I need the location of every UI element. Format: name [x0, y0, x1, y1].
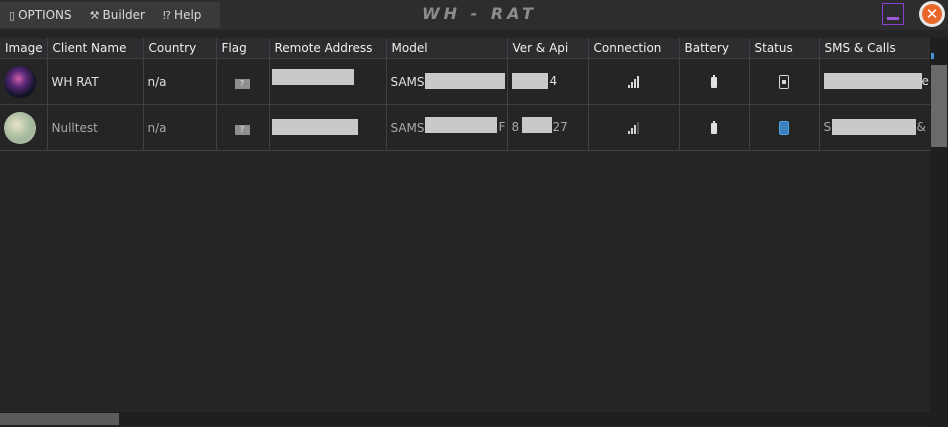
redacted-block [511, 73, 548, 89]
ver-text: 27 [552, 120, 568, 134]
menu-bar: ▯ OPTIONS ⚒ Builder ⁉ Help [0, 2, 220, 28]
menu-builder-label: Builder [102, 8, 145, 22]
horizontal-scroll-thumb[interactable] [0, 413, 119, 425]
vertical-scrollbar[interactable] [930, 38, 948, 412]
cell-sms-calls: e [819, 58, 930, 105]
cell-country: n/a [143, 104, 217, 151]
cell-model: SAMSU [386, 58, 508, 105]
column-header-country[interactable]: Country [143, 38, 217, 59]
close-icon: ✕ [922, 4, 942, 24]
column-header-model[interactable]: Model [386, 38, 508, 59]
cell-client-name: WH RAT [47, 58, 144, 105]
close-button[interactable]: ✕ [919, 1, 945, 27]
minimize-icon [887, 17, 899, 20]
cell-flag: ? [216, 104, 270, 151]
column-header-image[interactable]: Image [0, 38, 48, 59]
table-row[interactable]: WH RAT n/a ? SAMSU 4 e [0, 58, 930, 105]
document-icon: ▯ [9, 8, 16, 22]
redacted-block [823, 73, 922, 89]
column-header-connection[interactable]: Connection [588, 38, 680, 59]
redacted-block [521, 117, 552, 133]
cell-client-name: Nulltest [47, 104, 144, 151]
scrollbar-corner [930, 412, 948, 427]
phone-locked-icon [779, 74, 789, 89]
phone-active-icon [779, 120, 789, 135]
signal-icon [628, 122, 639, 134]
column-header-ver-api[interactable]: Ver & Api [507, 38, 589, 59]
cell-model: SAMSU F [386, 104, 508, 151]
title-bar: ▯ OPTIONS ⚒ Builder ⁉ Help WH - RAT ✕ [0, 0, 948, 30]
cell-sms-calls: S & [819, 104, 930, 151]
column-header-client-name[interactable]: Client Name [47, 38, 144, 59]
menu-builder[interactable]: ⚒ Builder [81, 8, 154, 22]
cell-connection [588, 58, 680, 105]
ver-text: 4 [549, 74, 558, 88]
cell-country: n/a [143, 58, 217, 105]
sms-prefix-text: S [823, 120, 832, 134]
unknown-flag-icon: ? [234, 78, 250, 89]
redacted-block [424, 73, 505, 89]
cell-flag: ? [216, 58, 270, 105]
column-header-status[interactable]: Status [749, 38, 820, 59]
column-header-battery[interactable]: Battery [679, 38, 750, 59]
menu-help[interactable]: ⁉ Help [154, 8, 210, 22]
avatar [4, 65, 36, 98]
unknown-flag-icon: ? [234, 124, 250, 135]
table-row[interactable]: Nulltest n/a ? SAMSU F 8 27 S & [0, 104, 930, 151]
cell-status [749, 58, 820, 105]
help-icon: ⁉ [162, 8, 172, 22]
sms-text: & [916, 120, 926, 134]
vertical-scroll-thumb[interactable] [931, 65, 947, 147]
cell-image [0, 104, 48, 151]
battery-icon [711, 74, 717, 88]
battery-icon [711, 120, 717, 134]
header-row: Image Client Name Country Flag Remote Ad… [0, 38, 930, 59]
cell-remote-address [269, 58, 387, 105]
app-title: WH - RAT [422, 4, 537, 23]
scroll-position-marker [931, 53, 934, 59]
menu-options-label: OPTIONS [18, 8, 72, 22]
horizontal-scrollbar[interactable] [0, 412, 930, 426]
cell-battery [679, 104, 750, 151]
tools-icon: ⚒ [89, 8, 100, 22]
redacted-block [271, 119, 358, 135]
menu-help-label: Help [174, 8, 202, 22]
cell-ver-api: 8 27 [507, 104, 589, 151]
cell-status [749, 104, 820, 151]
sms-text: e [921, 74, 929, 88]
model-suffix-text: F [498, 120, 506, 134]
cell-connection [588, 104, 680, 151]
redacted-block [424, 117, 497, 133]
signal-icon [628, 76, 639, 88]
column-header-flag[interactable]: Flag [216, 38, 270, 59]
redacted-block [831, 119, 916, 135]
menu-options[interactable]: ▯ OPTIONS [0, 8, 81, 22]
cell-battery [679, 58, 750, 105]
clients-grid: Image Client Name Country Flag Remote Ad… [0, 38, 930, 412]
ver-prefix-text: 8 [511, 120, 520, 134]
minimize-button[interactable] [882, 3, 904, 25]
cell-image [0, 58, 48, 105]
avatar [4, 111, 36, 144]
column-header-remote-address[interactable]: Remote Address [269, 38, 387, 59]
redacted-block [271, 69, 354, 85]
cell-ver-api: 4 [507, 58, 589, 105]
column-header-sms-calls[interactable]: SMS & Calls [819, 38, 930, 59]
cell-remote-address [269, 104, 387, 151]
